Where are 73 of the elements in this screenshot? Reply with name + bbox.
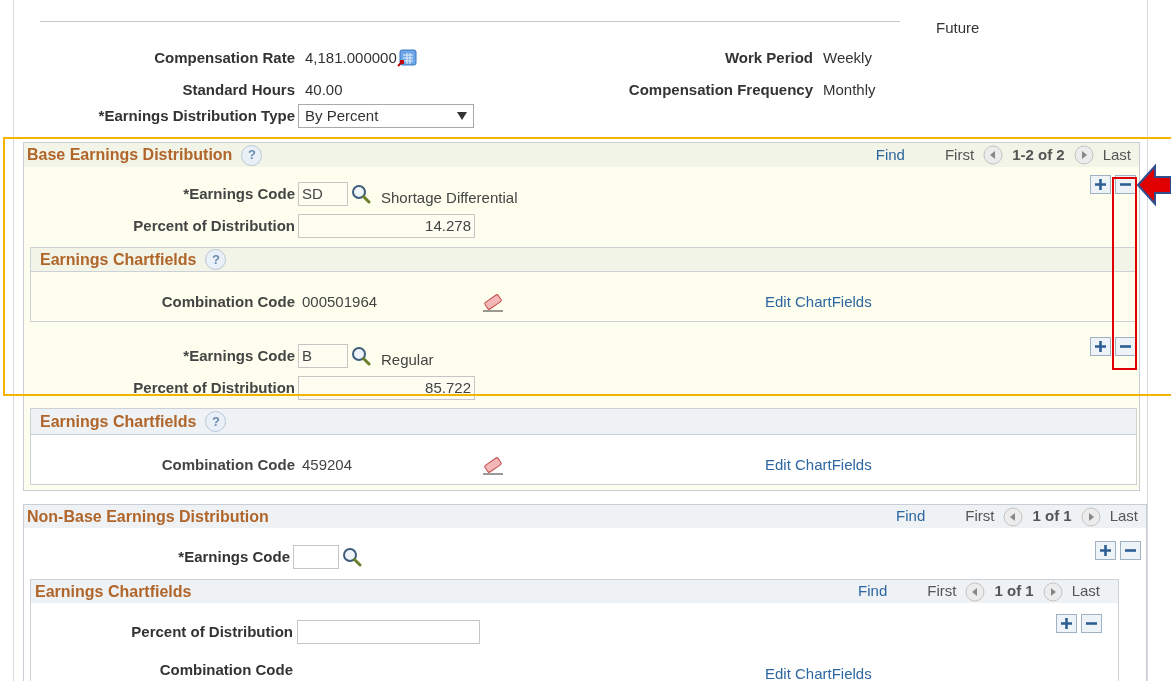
field-value: 459204 bbox=[302, 455, 354, 476]
last-link[interactable]: Last bbox=[1102, 143, 1131, 167]
status-label: Future bbox=[936, 18, 980, 38]
field-value: 000501964 bbox=[302, 292, 379, 313]
add-row-button[interactable] bbox=[1090, 337, 1111, 356]
previous-icon[interactable] bbox=[983, 145, 1004, 165]
field-label: *Earnings Code bbox=[177, 546, 290, 567]
input-field[interactable]: SD bbox=[298, 182, 348, 206]
plus-icon bbox=[1094, 340, 1107, 353]
field-label: Combination Code bbox=[160, 455, 295, 476]
first-link[interactable]: First bbox=[965, 505, 995, 528]
section-title: Earnings Chartfields bbox=[40, 411, 197, 432]
add-row-button[interactable] bbox=[1090, 175, 1111, 194]
edit-chartfields-link[interactable]: Edit ChartFields bbox=[765, 662, 872, 681]
edit-chartfields-link[interactable]: Edit ChartFields bbox=[765, 454, 872, 477]
field-label: Standard Hours bbox=[181, 79, 295, 100]
field-label: Combination Code bbox=[160, 292, 295, 313]
field-value: Monthly bbox=[823, 79, 876, 100]
find-link[interactable]: Find bbox=[875, 143, 905, 167]
field-label: Work Period bbox=[723, 47, 813, 68]
delete-row-button[interactable] bbox=[1081, 614, 1102, 633]
input-field[interactable]: 85.722 bbox=[298, 376, 475, 400]
section-title: Base Earnings Distribution bbox=[27, 145, 233, 165]
field-value: Weekly bbox=[823, 47, 872, 68]
row-count: 1 of 1 bbox=[994, 581, 1034, 602]
input-field[interactable] bbox=[293, 545, 339, 569]
input-field[interactable] bbox=[297, 620, 480, 644]
first-link[interactable]: First bbox=[944, 143, 975, 167]
field-label: Percent of Distribution bbox=[132, 377, 295, 398]
row-count: 1-2 of 2 bbox=[1012, 144, 1065, 165]
next-icon[interactable] bbox=[1042, 581, 1063, 602]
find-link[interactable]: Find bbox=[896, 505, 926, 528]
previous-icon[interactable] bbox=[965, 581, 986, 602]
section-title: Earnings Chartfields bbox=[35, 581, 192, 602]
search-icon[interactable] bbox=[351, 346, 371, 366]
dropdown[interactable]: By Percent bbox=[298, 104, 474, 128]
section-title: Non-Base Earnings Distribution bbox=[27, 506, 269, 527]
field-label: Percent of Distribution bbox=[132, 215, 295, 236]
code-description: Shortage Differential bbox=[381, 187, 518, 208]
field-label: Percent of Distribution bbox=[130, 621, 293, 642]
caret-icon bbox=[457, 112, 467, 120]
field-label: Compensation Rate bbox=[153, 47, 295, 68]
field-value: 40.00 bbox=[305, 79, 343, 100]
section-title: Earnings Chartfields bbox=[40, 249, 197, 270]
search-icon[interactable] bbox=[342, 547, 362, 567]
plus-icon bbox=[1099, 543, 1112, 557]
input-field[interactable]: B bbox=[298, 344, 348, 368]
field-label: *Earnings Code bbox=[182, 345, 295, 366]
first-link[interactable]: First bbox=[927, 580, 957, 603]
add-row-button[interactable] bbox=[1095, 540, 1116, 560]
row-count: 1 of 1 bbox=[1032, 506, 1072, 527]
next-icon[interactable] bbox=[1080, 506, 1101, 527]
field-label: *Earnings Code bbox=[182, 183, 295, 204]
field-value: 4,181.000000 bbox=[305, 47, 397, 68]
delete-row-button[interactable] bbox=[1120, 540, 1141, 560]
edit-chartfields-link[interactable]: Edit ChartFields bbox=[765, 291, 872, 314]
field-label: Combination Code bbox=[158, 659, 293, 680]
code-description: Regular bbox=[381, 349, 434, 370]
last-link[interactable]: Last bbox=[1109, 505, 1138, 528]
add-row-button[interactable] bbox=[1056, 614, 1077, 633]
plus-icon bbox=[1060, 617, 1073, 630]
field-label: *Earnings Distribution Type bbox=[97, 105, 295, 126]
input-field[interactable]: 14.278 bbox=[298, 214, 475, 238]
delete-row-button[interactable] bbox=[1115, 337, 1136, 356]
field-label: Compensation Frequency bbox=[627, 79, 813, 100]
plus-icon bbox=[1094, 178, 1107, 191]
find-link[interactable]: Find bbox=[858, 580, 888, 603]
next-icon[interactable] bbox=[1073, 145, 1094, 165]
last-link[interactable]: Last bbox=[1071, 580, 1100, 603]
search-icon[interactable] bbox=[351, 184, 371, 204]
calculator-icon[interactable] bbox=[396, 49, 417, 67]
arrow-icon bbox=[1137, 163, 1171, 207]
previous-icon[interactable] bbox=[1003, 506, 1024, 527]
